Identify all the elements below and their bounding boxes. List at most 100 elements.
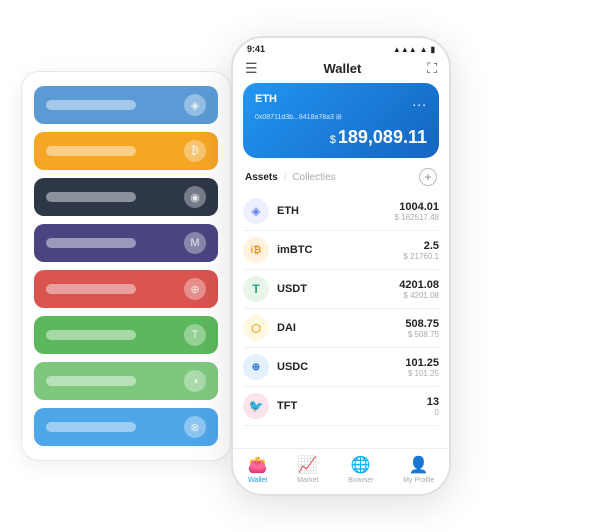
status-bar: 9:41 ▲▲▲ ▲ ▮ (233, 38, 449, 56)
tab-collecties[interactable]: Collecties (292, 172, 335, 183)
card-item-label-7 (46, 422, 136, 432)
card-item-icon-3: M (184, 232, 206, 254)
asset-row-dai[interactable]: ⬡ DAI 508.75 $ 508.75 (243, 309, 439, 348)
browser-nav-label: Browser (348, 477, 374, 484)
browser-nav-icon: 🌐 (351, 455, 371, 475)
imbtc-amount: 2.5 (403, 240, 439, 252)
header-title: Wallet (323, 61, 361, 76)
phone-mockup: 9:41 ▲▲▲ ▲ ▮ ☰ Wallet ⛶ ETH ... 0x08711d… (231, 36, 451, 496)
asset-left-usdt: T USDT (243, 276, 307, 302)
add-asset-button[interactable]: + (419, 168, 437, 186)
wallet-card-coin: ETH (255, 93, 277, 105)
card-item-1[interactable]: ₿ (34, 132, 218, 170)
card-item-icon-4: ⊕ (184, 278, 206, 300)
card-item-0[interactable]: ◈ (34, 86, 218, 124)
asset-left-eth: ◈ ETH (243, 198, 299, 224)
asset-right-eth: 1004.01 $ 162517.48 (395, 201, 440, 222)
card-item-icon-2: ◉ (184, 186, 206, 208)
status-time: 9:41 (247, 44, 265, 54)
usdc-icon: ⊕ (243, 354, 269, 380)
asset-row-tft[interactable]: 🐦 TFT 13 0 (243, 387, 439, 426)
eth-amount: 1004.01 (395, 201, 440, 213)
usdt-name: USDT (277, 283, 307, 295)
scan-icon[interactable]: ⛶ (427, 60, 437, 77)
asset-left-usdc: ⊕ USDC (243, 354, 308, 380)
asset-right-imbtc: 2.5 $ 21760.1 (403, 240, 439, 261)
asset-left-imbtc: i₿ imBTC (243, 237, 312, 263)
card-stack: ◈ ₿ ◉ M ⊕ T ◑ ⊗ (21, 71, 231, 461)
usdc-amount: 101.25 (405, 357, 439, 369)
asset-right-usdt: 4201.08 $ 4201.08 (399, 279, 439, 300)
usdt-amount: 4201.08 (399, 279, 439, 291)
asset-right-dai: 508.75 $ 508.75 (405, 318, 439, 339)
wallet-card[interactable]: ETH ... 0x08711d3b...8418a78a3 ⊞ $189,08… (243, 83, 439, 158)
wallet-card-amount: 189,089.11 (338, 127, 427, 147)
card-item-3[interactable]: M (34, 224, 218, 262)
nav-browser[interactable]: 🌐 Browser (348, 455, 374, 484)
imbtc-usd: $ 21760.1 (403, 252, 439, 261)
profile-nav-icon: 👤 (409, 455, 429, 475)
wallet-card-dollar: $ (330, 134, 336, 146)
asset-right-tft: 13 0 (427, 396, 439, 417)
card-item-2[interactable]: ◉ (34, 178, 218, 216)
market-nav-label: Market (297, 477, 318, 484)
card-item-4[interactable]: ⊕ (34, 270, 218, 308)
scene: ◈ ₿ ◉ M ⊕ T ◑ ⊗ (21, 11, 581, 521)
profile-nav-label: My Profile (403, 477, 434, 484)
asset-row-eth[interactable]: ◈ ETH 1004.01 $ 162517.48 (243, 192, 439, 231)
tab-assets[interactable]: Assets (245, 172, 278, 183)
signal-icon: ▲▲▲ (393, 45, 417, 54)
tft-name: TFT (277, 400, 297, 412)
card-item-icon-1: ₿ (184, 140, 206, 162)
asset-list: ◈ ETH 1004.01 $ 162517.48 i₿ imBTC 2.5 $… (233, 192, 449, 448)
usdt-icon: T (243, 276, 269, 302)
dai-name: DAI (277, 322, 296, 334)
nav-wallet[interactable]: 👛 Wallet (248, 455, 268, 484)
tft-usd: 0 (427, 408, 439, 417)
nav-market[interactable]: 📈 Market (297, 455, 318, 484)
wallet-card-balance: $189,089.11 (255, 127, 427, 148)
card-item-label-1 (46, 146, 136, 156)
asset-left-tft: 🐦 TFT (243, 393, 297, 419)
imbtc-name: imBTC (277, 244, 312, 256)
menu-icon[interactable]: ☰ (245, 60, 258, 77)
wallet-card-more[interactable]: ... (412, 93, 427, 109)
card-item-6[interactable]: ◑ (34, 362, 218, 400)
card-item-label-4 (46, 284, 136, 294)
dai-usd: $ 508.75 (405, 330, 439, 339)
dai-amount: 508.75 (405, 318, 439, 330)
eth-usd: $ 162517.48 (395, 213, 440, 222)
dai-icon: ⬡ (243, 315, 269, 341)
asset-row-usdc[interactable]: ⊕ USDC 101.25 $ 101.25 (243, 348, 439, 387)
wallet-nav-icon: 👛 (248, 455, 268, 475)
card-item-label-6 (46, 376, 136, 386)
asset-row-usdt[interactable]: T USDT 4201.08 $ 4201.08 (243, 270, 439, 309)
status-icons: ▲▲▲ ▲ ▮ (393, 45, 435, 54)
wallet-card-address: 0x08711d3b...8418a78a3 ⊞ (255, 113, 427, 121)
battery-icon: ▮ (431, 45, 435, 54)
asset-left-dai: ⬡ DAI (243, 315, 296, 341)
imbtc-icon: i₿ (243, 237, 269, 263)
usdt-usd: $ 4201.08 (399, 291, 439, 300)
wallet-nav-label: Wallet (248, 477, 267, 484)
tab-divider: / (284, 172, 287, 182)
card-item-label-0 (46, 100, 136, 110)
eth-name: ETH (277, 205, 299, 217)
wifi-icon: ▲ (420, 45, 428, 54)
card-item-icon-0: ◈ (184, 94, 206, 116)
card-item-7[interactable]: ⊗ (34, 408, 218, 446)
tft-amount: 13 (427, 396, 439, 408)
card-item-5[interactable]: T (34, 316, 218, 354)
assets-tabs: Assets / Collecties (245, 172, 336, 183)
usdc-name: USDC (277, 361, 308, 373)
assets-header: Assets / Collecties + (233, 166, 449, 192)
usdc-usd: $ 101.25 (405, 369, 439, 378)
card-item-icon-7: ⊗ (184, 416, 206, 438)
asset-row-imbtc[interactable]: i₿ imBTC 2.5 $ 21760.1 (243, 231, 439, 270)
wallet-card-top: ETH ... (255, 93, 427, 109)
eth-icon: ◈ (243, 198, 269, 224)
phone-header: ☰ Wallet ⛶ (233, 56, 449, 83)
nav-profile[interactable]: 👤 My Profile (403, 455, 434, 484)
card-item-icon-5: T (184, 324, 206, 346)
market-nav-icon: 📈 (298, 455, 318, 475)
